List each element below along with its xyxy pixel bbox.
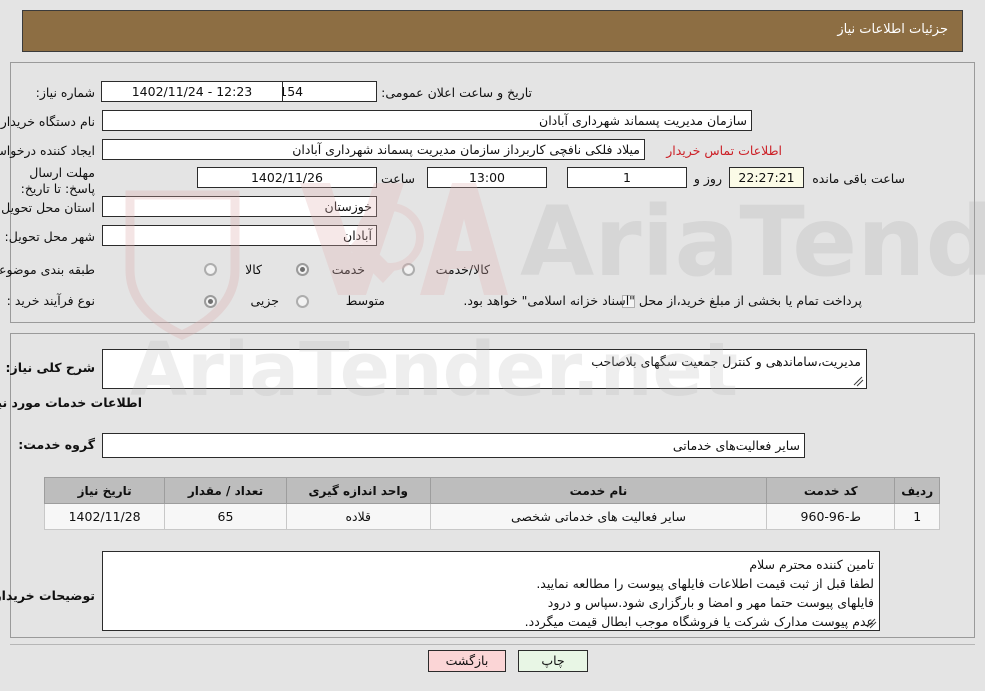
radio-process-medium[interactable] xyxy=(296,295,309,308)
page-root: جزئیات اطلاعات نیاز AriaTender AriaTende… xyxy=(0,0,985,691)
service-group-value: سایر فعالیت‌های خدماتی xyxy=(102,433,805,458)
services-table: ردیف کد خدمت نام خدمت واحد اندازه گیری ت… xyxy=(43,477,940,530)
print-button[interactable]: چاپ xyxy=(518,650,588,672)
table-header-unit: واحد اندازه گیری xyxy=(285,477,431,504)
delivery-province-label: استان محل تحویل: xyxy=(0,200,95,215)
delivery-province-value: خوزستان xyxy=(102,196,377,217)
remaining-label: ساعت باقی مانده xyxy=(812,171,905,186)
table-header-name: نام خدمت xyxy=(429,477,768,504)
delivery-city-label: شهر محل تحویل: xyxy=(4,229,95,244)
radio-classification-goods-service-label: کالا/خدمت xyxy=(435,262,490,277)
buyer-org-value: سازمان مدیریت پسماند شهرداری آبادان xyxy=(102,110,752,131)
table-row: 1 ط-96-960 سایر فعالیت های خدماتی شخصی ق… xyxy=(43,503,940,530)
hour-label: ساعت xyxy=(380,171,415,186)
radio-classification-service-label: خدمت xyxy=(331,262,365,277)
treasury-bond-label: پرداخت تمام یا بخشی از مبلغ خرید،از محل … xyxy=(463,293,862,308)
radio-classification-service[interactable] xyxy=(296,263,309,276)
radio-classification-goods-label: کالا xyxy=(245,262,262,277)
table-header-index: ردیف xyxy=(894,477,940,504)
radio-process-medium-label: متوسط xyxy=(345,293,385,308)
classification-label: طبقه بندی موضوعی: xyxy=(0,262,95,277)
table-header-quantity: تعداد / مقدار xyxy=(164,477,287,504)
request-creator-value: میلاد فلکی نافچی کاربرداز سازمان مدیریت … xyxy=(102,139,645,160)
buyer-org-label: نام دستگاه خریدار: xyxy=(0,114,95,129)
countdown-timer-value: 22:27:21 xyxy=(729,167,804,188)
cell-unit: قلاده xyxy=(285,503,431,530)
deadline-date-value: 1402/11/26 xyxy=(197,167,377,188)
need-description-textarea[interactable]: مدیریت،ساماندهی و کنترل جمعیت سگهای بلاص… xyxy=(102,349,867,389)
request-creator-label: ایجاد کننده درخواست: xyxy=(0,143,95,158)
radio-process-minor-label: جزیی xyxy=(250,293,279,308)
page-header-bar: جزئیات اطلاعات نیاز xyxy=(22,10,963,52)
back-button[interactable]: بازگشت xyxy=(428,650,506,672)
announcement-datetime-label: تاریخ و ساعت اعلان عمومی: xyxy=(381,85,532,100)
services-section-heading: اطلاعات خدمات مورد نیاز xyxy=(0,395,142,410)
cell-index: 1 xyxy=(894,503,940,530)
page-title: جزئیات اطلاعات نیاز xyxy=(837,22,948,37)
cell-code: ط-96-960 xyxy=(766,503,896,530)
buyer-notes-textarea[interactable]: تامین کننده محترم سلام لطفا قبل از ثبت ق… xyxy=(102,551,880,631)
buyer-notes-label: توضیحات خریدار: xyxy=(0,588,95,603)
table-header-date: تاریخ نیاز xyxy=(43,477,166,504)
response-deadline-label: مهلت ارسال پاسخ: تا تاریخ: xyxy=(20,165,95,196)
radio-process-minor[interactable] xyxy=(204,295,217,308)
deadline-time-value: 13:00 xyxy=(427,167,547,188)
footer-divider xyxy=(10,644,975,645)
need-number-label: شماره نیاز: xyxy=(35,85,95,100)
purchase-process-label: نوع فرآیند خرید : xyxy=(6,293,95,308)
service-group-label: گروه خدمت: xyxy=(18,437,95,452)
cell-name: سایر فعالیت های خدماتی شخصی xyxy=(429,503,768,530)
cell-quantity: 65 xyxy=(164,503,287,530)
need-description-label: شرح کلی نیاز: xyxy=(5,360,95,375)
radio-classification-goods-service[interactable] xyxy=(402,263,415,276)
delivery-city-value: آبادان xyxy=(102,225,377,246)
day-and-label: روز و xyxy=(693,171,722,186)
table-header-code: کد خدمت xyxy=(766,477,896,504)
cell-date: 1402/11/28 xyxy=(43,503,166,530)
radio-classification-goods[interactable] xyxy=(204,263,217,276)
buyer-contact-link[interactable]: اطلاعات تماس خریدار xyxy=(666,143,782,158)
announcement-datetime-value: 12:23 - 1402/11/24 xyxy=(101,81,283,102)
table-header-row: ردیف کد خدمت نام خدمت واحد اندازه گیری ت… xyxy=(43,477,940,504)
days-remaining-value: 1 xyxy=(567,167,687,188)
